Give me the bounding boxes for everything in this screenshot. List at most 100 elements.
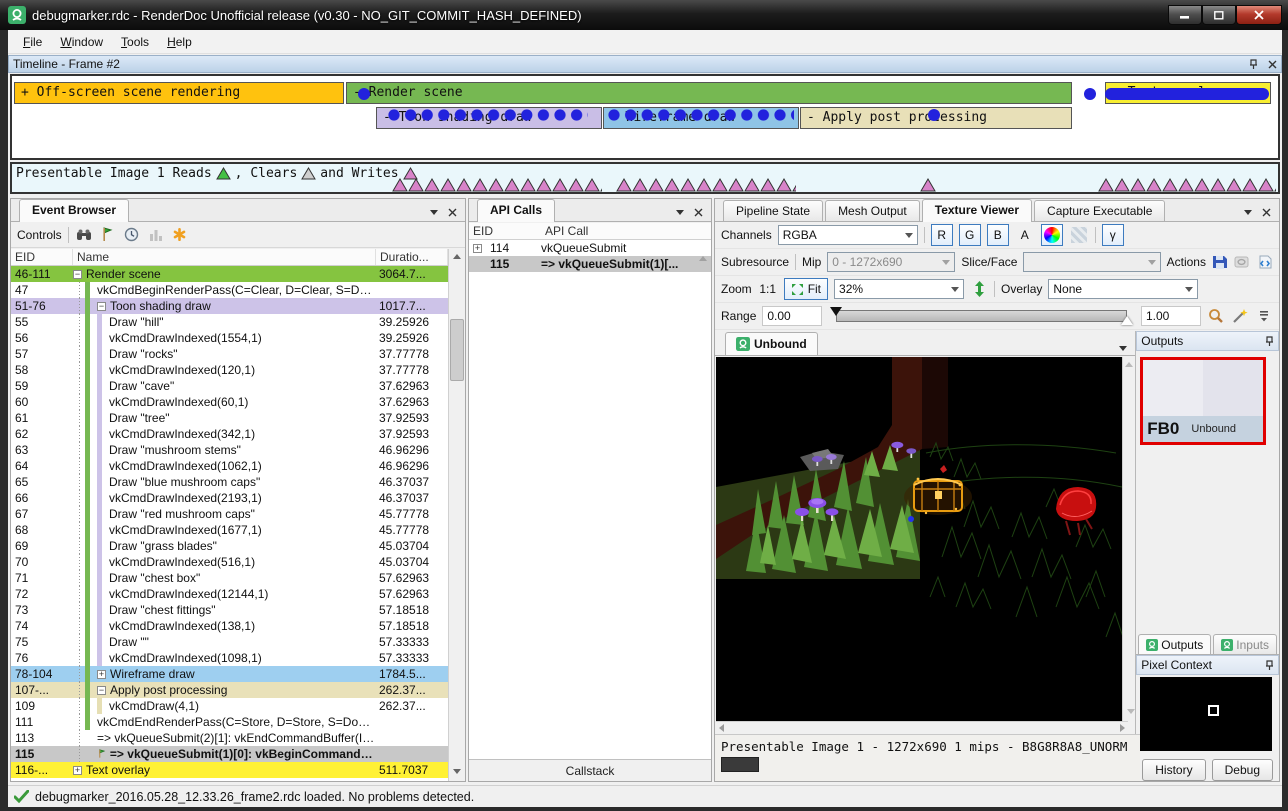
event-row[interactable]: 55Draw "hill"39.25926 — [11, 314, 448, 330]
tab-event-browser[interactable]: Event Browser — [19, 199, 129, 222]
channels-combo[interactable]: RGBA — [778, 225, 918, 245]
event-row[interactable]: 57Draw "rocks"37.77778 — [11, 346, 448, 362]
event-row[interactable]: 109vkCmdDraw(4,1)262.37... — [11, 698, 448, 714]
event-row[interactable]: 63Draw "mushroom stems"46.96296 — [11, 442, 448, 458]
event-row[interactable]: 60vkCmdDrawIndexed(60,1)37.62963 — [11, 394, 448, 410]
tab-pipeline-state[interactable]: Pipeline State — [723, 200, 823, 221]
bookmark-icon[interactable] — [171, 226, 189, 244]
close-icon[interactable] — [1262, 208, 1271, 217]
expander-icon[interactable]: + — [97, 670, 106, 679]
event-row[interactable]: 107-...−Apply post processing262.37... — [11, 682, 448, 698]
timeline-dock-header[interactable]: Timeline - Frame #2 — [8, 55, 1282, 73]
zoom-1to1-button[interactable]: 1:1 — [758, 278, 778, 300]
event-row[interactable]: 56vkCmdDrawIndexed(1554,1)39.25926 — [11, 330, 448, 346]
event-row[interactable]: 69Draw "grass blades"45.03704 — [11, 538, 448, 554]
event-row[interactable]: 72vkCmdDrawIndexed(12144,1)57.62963 — [11, 586, 448, 602]
menu-file[interactable]: File — [14, 32, 51, 52]
panel-menu-icon[interactable] — [676, 210, 684, 215]
event-row[interactable]: 76vkCmdDrawIndexed(1098,1)57.33333 — [11, 650, 448, 666]
event-row[interactable]: 64vkCmdDrawIndexed(1062,1)46.96296 — [11, 458, 448, 474]
tab-texture-viewer[interactable]: Texture Viewer — [922, 199, 1032, 222]
event-row[interactable]: 51-76−Toon shading draw1017.7... — [11, 298, 448, 314]
viewport-hscrollbar[interactable] — [716, 721, 1128, 734]
event-row[interactable]: 73Draw "chest fittings"57.18518 — [11, 602, 448, 618]
title-bar[interactable]: debugmarker.rdc - RenderDoc Unofficial r… — [0, 0, 1288, 30]
range-slider[interactable] — [828, 307, 1135, 325]
tab-inputs[interactable]: Inputs — [1213, 634, 1277, 654]
event-row[interactable]: 47vkCmdBeginRenderPass(C=Clear, D=Clear,… — [11, 282, 448, 298]
zoom-fit-button[interactable]: Fit — [784, 278, 828, 300]
event-row[interactable]: 66vkCmdDrawIndexed(2193,1)46.37037 — [11, 490, 448, 506]
blue-channel-button[interactable]: B — [987, 224, 1009, 246]
event-row[interactable]: 58vkCmdDrawIndexed(120,1)37.77778 — [11, 362, 448, 378]
custom-display-button[interactable] — [1041, 224, 1063, 246]
event-row[interactable]: 65Draw "blue mushroom caps"46.37037 — [11, 474, 448, 490]
history-button[interactable]: History — [1142, 759, 1205, 781]
jump-to-marker-icon[interactable] — [99, 226, 117, 244]
alpha-channel-button[interactable]: A — [1015, 224, 1035, 246]
menu-tools[interactable]: Tools — [112, 32, 158, 52]
debug-button[interactable]: Debug — [1212, 759, 1273, 781]
event-tree-header[interactable]: EID Name Duratio... — [11, 249, 448, 266]
timeline-resource-usage[interactable]: Presentable Image 1 Reads , Clears and W… — [10, 162, 1280, 194]
event-row[interactable]: 71Draw "chest box"57.62963 — [11, 570, 448, 586]
green-channel-button[interactable]: G — [959, 224, 981, 246]
event-row[interactable]: 62vkCmdDrawIndexed(342,1)37.92593 — [11, 426, 448, 442]
api-call-row[interactable]: 115=> vkQueueSubmit(1)[... — [469, 256, 711, 272]
flip-vertical-icon[interactable] — [970, 280, 988, 298]
event-row[interactable]: 111vkCmdEndRenderPass(C=Store, D=Store, … — [11, 714, 448, 730]
toolbar-overflow-button[interactable] — [1255, 307, 1273, 325]
event-row[interactable]: 68vkCmdDrawIndexed(1677,1)45.77778 — [11, 522, 448, 538]
maximize-button[interactable] — [1202, 5, 1236, 25]
event-row[interactable]: 115=> vkQueueSubmit(1)[0]: vkBeginComman… — [11, 746, 448, 762]
menu-help[interactable]: Help — [158, 32, 201, 52]
close-button[interactable] — [1236, 5, 1282, 25]
goto-resource-icon[interactable] — [1257, 253, 1273, 271]
event-row[interactable]: 59Draw "cave"37.62963 — [11, 378, 448, 394]
outputs-dock-header[interactable]: Outputs — [1136, 331, 1279, 351]
histogram-wand-icon[interactable] — [1231, 307, 1249, 325]
range-max-input[interactable]: 1.00 — [1141, 306, 1201, 326]
output-fb0-thumbnail[interactable]: FB0 Unbound — [1140, 357, 1266, 445]
event-row[interactable]: 116-...+Text overlay511.7037 — [11, 762, 448, 778]
red-channel-button[interactable]: R — [931, 224, 953, 246]
pixel-context-dock-header[interactable]: Pixel Context — [1136, 655, 1279, 675]
minimize-button[interactable] — [1168, 5, 1202, 25]
autofit-magnifier-icon[interactable] — [1207, 307, 1225, 325]
timeline-marker[interactable]: + Off-screen scene rendering — [14, 82, 344, 104]
tab-mesh-output[interactable]: Mesh Output — [825, 200, 920, 221]
event-row[interactable]: 61Draw "tree"37.92593 — [11, 410, 448, 426]
texture-tab-unbound[interactable]: Unbound — [725, 332, 818, 355]
event-tree-scrollbar[interactable] — [448, 249, 465, 781]
find-icon[interactable] — [75, 226, 93, 244]
event-row[interactable]: 70vkCmdDrawIndexed(516,1)45.03704 — [11, 554, 448, 570]
mip-combo[interactable]: 0 - 1272x690 — [827, 252, 955, 272]
api-call-row[interactable]: +114vkQueueSubmit — [469, 240, 711, 256]
api-call-list[interactable]: EID API Call +114vkQueueSubmit115=> vkQu… — [469, 223, 711, 759]
panel-menu-icon[interactable] — [430, 210, 438, 215]
tab-api-calls[interactable]: API Calls — [477, 199, 555, 222]
pin-icon[interactable] — [1265, 660, 1274, 671]
event-row[interactable]: 78-104+Wireframe draw1784.5... — [11, 666, 448, 682]
open-texture-list-icon[interactable] — [1234, 253, 1250, 271]
overlay-combo[interactable]: None — [1048, 279, 1198, 299]
zoom-combo[interactable]: 32% — [834, 279, 964, 299]
texture-image[interactable] — [716, 357, 1128, 721]
pin-icon[interactable] — [1249, 59, 1258, 70]
event-row[interactable]: 75Draw ""57.33333 — [11, 634, 448, 650]
close-icon[interactable] — [1268, 60, 1277, 69]
expander-icon[interactable]: + — [473, 244, 482, 253]
expander-icon[interactable]: − — [97, 302, 106, 311]
expander-icon[interactable]: + — [73, 766, 82, 775]
menu-window[interactable]: Window — [51, 32, 112, 52]
event-row[interactable]: 113=> vkQueueSubmit(2)[1]: vkEndCommandB… — [11, 730, 448, 746]
event-row[interactable]: 74vkCmdDrawIndexed(138,1)57.18518 — [11, 618, 448, 634]
alpha-checker-button[interactable] — [1069, 224, 1089, 246]
tab-capture-executable[interactable]: Capture Executable — [1034, 200, 1165, 221]
viewport-vscrollbar[interactable] — [1122, 357, 1135, 721]
save-icon[interactable] — [1212, 253, 1228, 271]
pixel-context-view[interactable] — [1140, 677, 1272, 751]
panel-menu-icon[interactable] — [1244, 210, 1252, 215]
close-icon[interactable] — [694, 208, 703, 217]
slice-face-combo[interactable] — [1023, 252, 1160, 272]
